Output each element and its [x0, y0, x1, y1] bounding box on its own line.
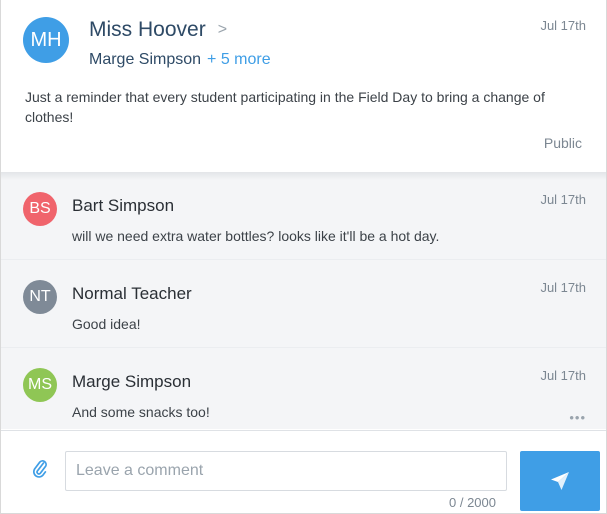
recipient-name: Marge Simpson: [89, 51, 202, 68]
post-detail-panel: MH Miss Hoover > Marge Simpson + 5 more …: [0, 0, 607, 514]
paper-plane-icon: [551, 472, 569, 490]
paperclip-icon[interactable]: [33, 458, 47, 478]
commenter-name: Normal Teacher: [72, 284, 192, 303]
commenter-avatar: NT: [23, 280, 57, 314]
comment-text: will we need extra water bottles? looks …: [72, 228, 440, 244]
more-recipients-link[interactable]: + 5 more: [207, 51, 271, 69]
character-counter: 0 / 2000: [449, 495, 496, 510]
comment-date: Jul 17th: [540, 280, 586, 295]
comment-item: MS Marge Simpson Jul 17th And some snack…: [1, 348, 606, 429]
comment-composer: 0 / 2000: [1, 430, 606, 513]
comment-text: Good idea!: [72, 316, 141, 332]
commenter-avatar: BS: [23, 192, 57, 226]
post-author-link[interactable]: Miss Hoover >: [89, 18, 227, 42]
chevron-right-icon[interactable]: >: [218, 21, 227, 39]
post-visibility: Public: [543, 135, 582, 151]
author-avatar: MH: [23, 17, 69, 63]
comment-date: Jul 17th: [540, 368, 586, 383]
post-author-name[interactable]: Miss Hoover: [89, 18, 206, 42]
comment-list: BS Bart Simpson Jul 17th will we need ex…: [1, 172, 606, 429]
post-message: Just a reminder that every student parti…: [25, 89, 545, 125]
commenter-name: Marge Simpson: [72, 372, 192, 391]
commenter-avatar: MS: [23, 368, 57, 402]
comment-input[interactable]: [65, 451, 507, 491]
send-button[interactable]: [520, 451, 600, 511]
commenter-name: Bart Simpson: [72, 196, 175, 215]
more-options-icon[interactable]: •••: [569, 410, 586, 425]
comment-item: BS Bart Simpson Jul 17th will we need ex…: [1, 172, 606, 260]
post-date: Jul 17th: [540, 18, 586, 33]
post-card: MH Miss Hoover > Marge Simpson + 5 more …: [1, 0, 606, 172]
post-recipients: Marge Simpson + 5 more: [89, 51, 271, 69]
comment-item: NT Normal Teacher Jul 17th Good idea!: [1, 260, 606, 348]
comment-text: And some snacks too!: [72, 404, 210, 420]
comment-date: Jul 17th: [540, 192, 586, 207]
